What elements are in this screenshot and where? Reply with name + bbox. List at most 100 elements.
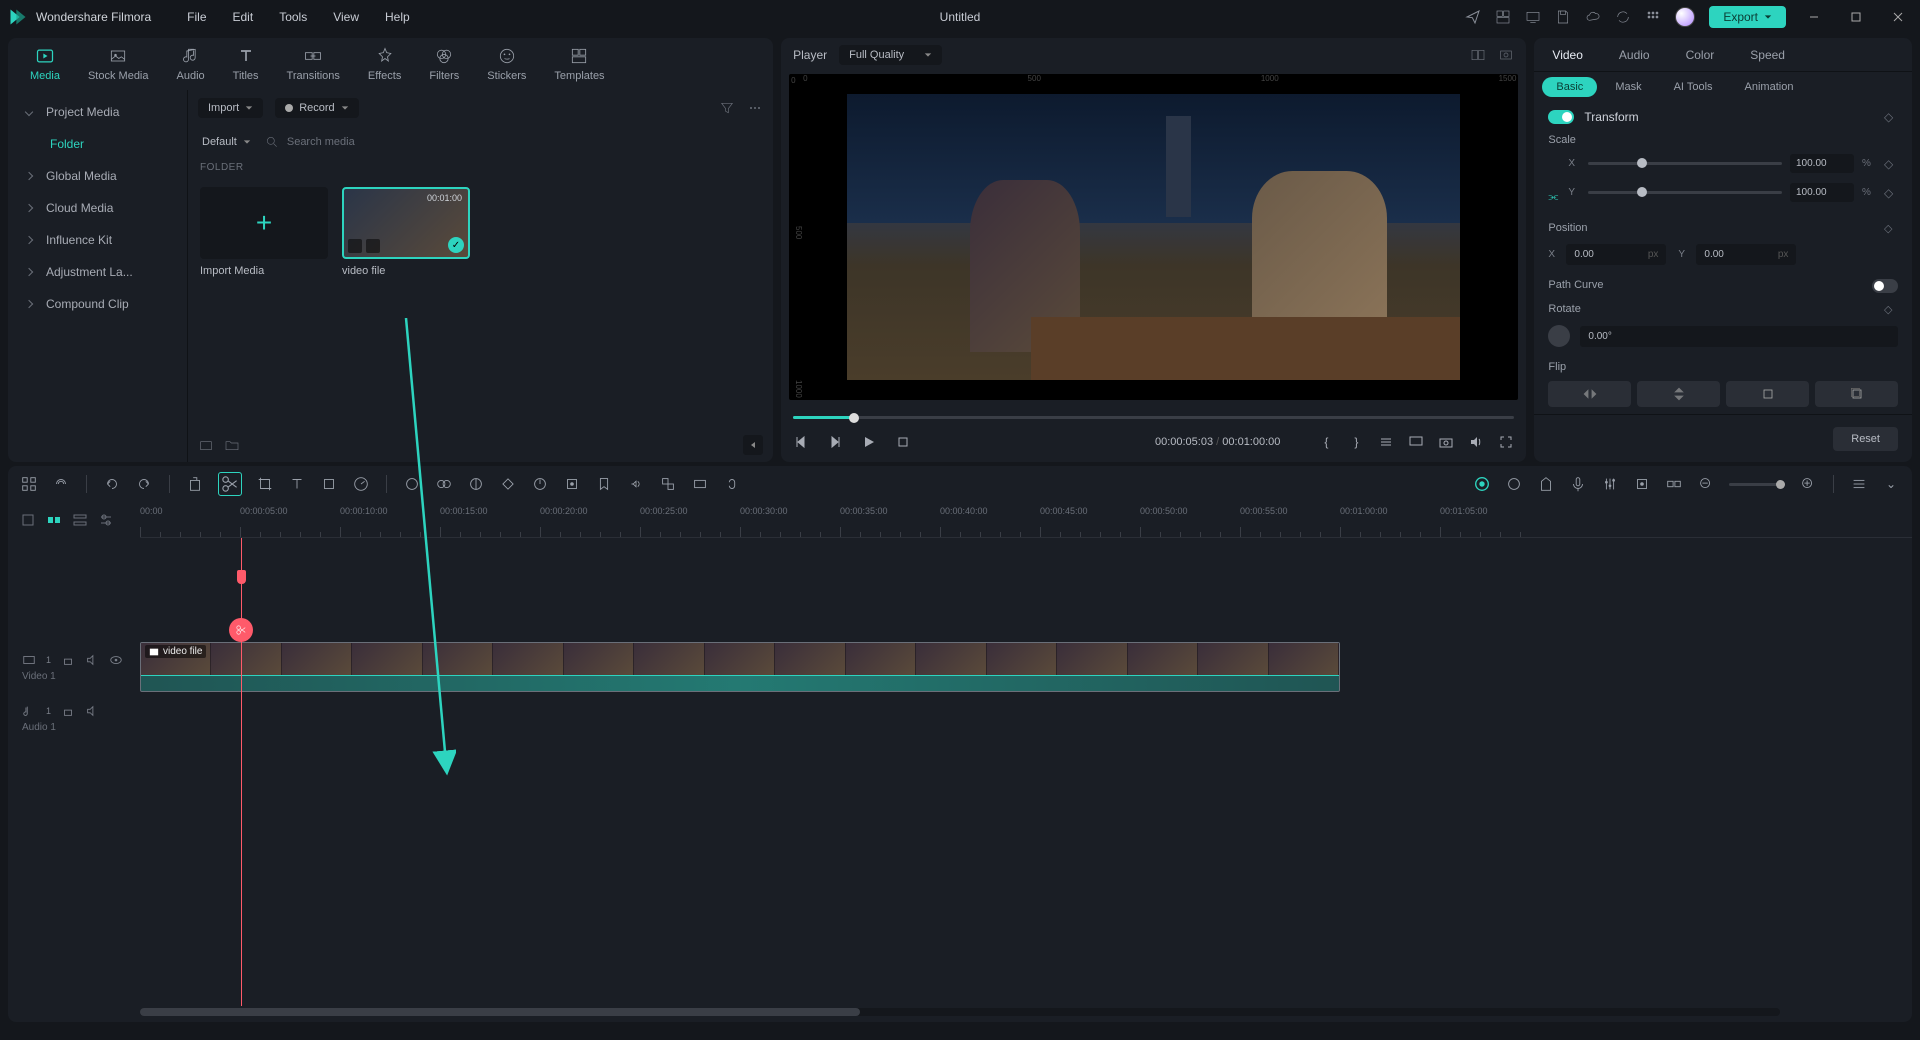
volume-icon[interactable] bbox=[1468, 434, 1484, 450]
send-icon[interactable] bbox=[1465, 9, 1481, 25]
bin-icon[interactable] bbox=[198, 437, 214, 453]
tab-stock-media[interactable]: Stock Media bbox=[76, 46, 161, 82]
next-frame-button[interactable] bbox=[827, 434, 843, 450]
sidebar-adjustment-layer[interactable]: Adjustment La... bbox=[8, 256, 187, 288]
mark-in-button[interactable]: { bbox=[1318, 434, 1334, 450]
save-icon[interactable] bbox=[1555, 9, 1571, 25]
layout-icon[interactable] bbox=[1495, 9, 1511, 25]
display-icon[interactable] bbox=[1408, 434, 1424, 450]
position-x-input[interactable]: 0.00px bbox=[1566, 244, 1666, 265]
window-maximize[interactable] bbox=[1842, 3, 1870, 31]
group-icon[interactable] bbox=[659, 475, 677, 493]
tab-audio[interactable]: Audio bbox=[165, 46, 217, 82]
playback-slider[interactable] bbox=[793, 408, 1514, 426]
prop-tab-video[interactable]: Video bbox=[1534, 38, 1600, 71]
speed-tool-icon[interactable] bbox=[352, 475, 370, 493]
clip-list-icon[interactable] bbox=[1378, 434, 1394, 450]
rotate-dial[interactable] bbox=[1548, 325, 1570, 347]
menu-edit[interactable]: Edit bbox=[221, 6, 266, 28]
sidebar-cloud-media[interactable]: Cloud Media bbox=[8, 192, 187, 224]
snapshot-toggle-icon[interactable] bbox=[1498, 47, 1514, 63]
sidebar-global-media[interactable]: Global Media bbox=[8, 160, 187, 192]
subtab-ai-tools[interactable]: AI Tools bbox=[1660, 77, 1727, 97]
keyframe-tool-icon[interactable] bbox=[499, 475, 517, 493]
scale-y-input[interactable]: 100.00 bbox=[1790, 183, 1854, 202]
lock-icon[interactable] bbox=[20, 512, 36, 528]
reset-button[interactable]: Reset bbox=[1833, 427, 1898, 451]
play-button[interactable] bbox=[861, 434, 877, 450]
camera-icon[interactable] bbox=[1438, 434, 1454, 450]
adjust-icon[interactable] bbox=[435, 475, 453, 493]
speed-ramp-icon[interactable] bbox=[531, 475, 549, 493]
menu-tools[interactable]: Tools bbox=[267, 6, 319, 28]
prop-tab-color[interactable]: Color bbox=[1668, 38, 1733, 71]
track-options-icon[interactable] bbox=[72, 512, 88, 528]
marker-icon[interactable] bbox=[595, 475, 613, 493]
collapse-sidebar-button[interactable] bbox=[743, 435, 763, 455]
split-icon[interactable] bbox=[218, 472, 242, 496]
export-button[interactable]: Export bbox=[1709, 6, 1786, 28]
keyframe-icon[interactable]: ◇ bbox=[1884, 110, 1898, 124]
search-input[interactable]: Search media bbox=[265, 135, 763, 149]
mic-icon[interactable] bbox=[1569, 475, 1587, 493]
scale-x-slider[interactable] bbox=[1588, 162, 1782, 165]
crop-tool-icon[interactable] bbox=[320, 475, 338, 493]
fullscreen-icon[interactable] bbox=[1498, 434, 1514, 450]
audio-tool-icon[interactable] bbox=[627, 475, 645, 493]
media-clip-card[interactable]: 00:01:00 ✓ video file bbox=[342, 187, 470, 277]
timeline-view-icon[interactable] bbox=[1850, 475, 1868, 493]
rotate-cw-button[interactable] bbox=[1726, 381, 1809, 407]
mute-icon[interactable] bbox=[85, 653, 99, 667]
video-clip[interactable]: video file bbox=[140, 642, 1340, 692]
magnet-icon[interactable] bbox=[20, 475, 38, 493]
rotate-ccw-button[interactable] bbox=[1815, 381, 1898, 407]
sidebar-folder[interactable]: Folder bbox=[8, 128, 187, 160]
tab-templates[interactable]: Templates bbox=[542, 46, 616, 82]
mark-out-button[interactable]: } bbox=[1348, 434, 1364, 450]
prop-tab-speed[interactable]: Speed bbox=[1732, 38, 1803, 71]
mixer-icon[interactable] bbox=[1601, 475, 1619, 493]
timeline-scrollbar[interactable] bbox=[140, 1008, 1780, 1016]
track-motion-icon[interactable] bbox=[563, 475, 581, 493]
mask-icon[interactable] bbox=[467, 475, 485, 493]
screen-icon[interactable] bbox=[1525, 9, 1541, 25]
render-icon[interactable] bbox=[691, 475, 709, 493]
new-folder-icon[interactable] bbox=[224, 437, 240, 453]
filter-icon[interactable] bbox=[719, 100, 735, 116]
quality-dropdown[interactable]: Full Quality bbox=[839, 45, 942, 65]
flip-vertical-button[interactable] bbox=[1637, 381, 1720, 407]
sidebar-influence-kit[interactable]: Influence Kit bbox=[8, 224, 187, 256]
lock-icon[interactable] bbox=[61, 653, 75, 667]
flip-horizontal-button[interactable] bbox=[1548, 381, 1631, 407]
rotate-input[interactable]: 0.00° bbox=[1580, 326, 1898, 347]
record-vo-icon[interactable] bbox=[1633, 475, 1651, 493]
color-tool-icon[interactable] bbox=[403, 475, 421, 493]
scissors-marker[interactable] bbox=[229, 618, 253, 642]
delete-icon[interactable] bbox=[186, 475, 204, 493]
window-close[interactable] bbox=[1884, 3, 1912, 31]
menu-help[interactable]: Help bbox=[373, 6, 422, 28]
subtab-animation[interactable]: Animation bbox=[1731, 77, 1808, 97]
user-avatar[interactable] bbox=[1675, 7, 1695, 27]
record-dropdown[interactable]: Record bbox=[275, 98, 358, 118]
audio-track-header[interactable]: 1 Audio 1 bbox=[8, 696, 140, 740]
circle-icon[interactable] bbox=[1505, 475, 1523, 493]
refresh-icon[interactable] bbox=[1615, 9, 1631, 25]
zoom-in-icon[interactable] bbox=[1799, 475, 1817, 493]
sidebar-compound-clip[interactable]: Compound Clip bbox=[8, 288, 187, 320]
crop-icon[interactable] bbox=[256, 475, 274, 493]
text-icon[interactable] bbox=[288, 475, 306, 493]
video-viewport[interactable]: 05001000 050010001500 bbox=[789, 74, 1518, 400]
menu-view[interactable]: View bbox=[321, 6, 371, 28]
tab-titles[interactable]: Titles bbox=[221, 46, 271, 82]
import-media-card[interactable]: + Import Media bbox=[200, 187, 328, 277]
keyframe-icon[interactable]: ◇ bbox=[1884, 222, 1898, 236]
menu-file[interactable]: File bbox=[175, 6, 218, 28]
auto-ripple-icon[interactable] bbox=[1473, 475, 1491, 493]
video-track-header[interactable]: 1 Video 1 bbox=[8, 638, 140, 696]
track-adjust-icon[interactable] bbox=[98, 512, 114, 528]
snap-icon[interactable] bbox=[1665, 475, 1683, 493]
scale-y-slider[interactable] bbox=[1588, 191, 1782, 194]
keyframe-icon[interactable]: ◇ bbox=[1884, 186, 1898, 200]
scale-x-input[interactable]: 100.00 bbox=[1790, 154, 1854, 173]
